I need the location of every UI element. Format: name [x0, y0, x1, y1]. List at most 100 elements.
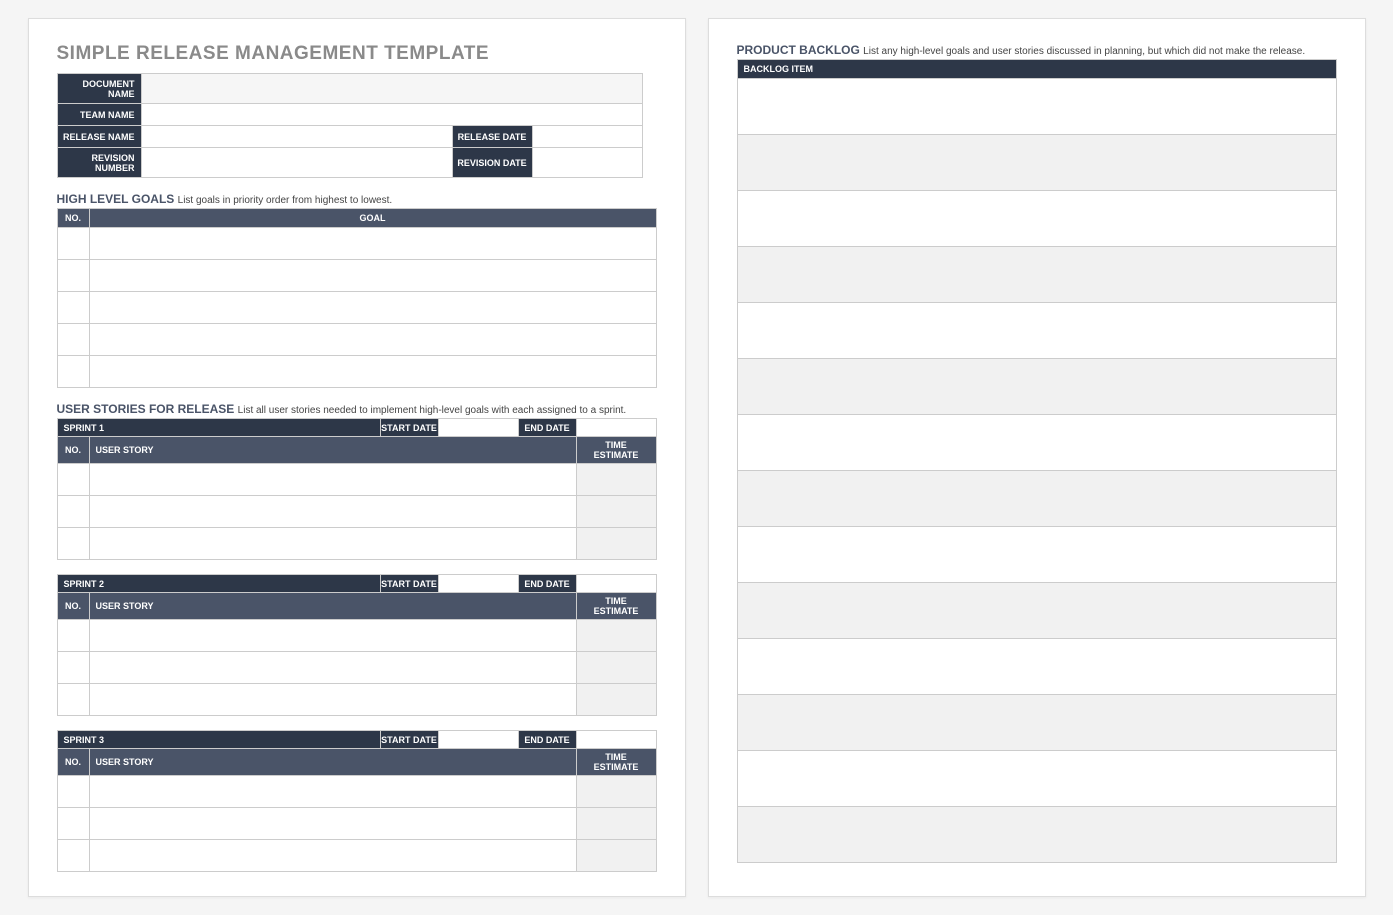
release-name-label: RELEASE NAME	[57, 126, 141, 148]
story-no-cell[interactable]	[57, 464, 89, 496]
sprint-2-start-field[interactable]	[438, 575, 518, 593]
sprint-3-start-field[interactable]	[438, 731, 518, 749]
sprint-1-start-field[interactable]	[438, 419, 518, 437]
goal-cell[interactable]	[89, 356, 656, 388]
sprint-2-end-label: END DATE	[518, 575, 576, 593]
backlog-cell[interactable]	[737, 807, 1336, 863]
story-time-cell[interactable]	[576, 652, 656, 684]
rev-num-field[interactable]	[141, 148, 452, 178]
goals-table: NO. GOAL	[57, 208, 657, 388]
release-date-label: RELEASE DATE	[452, 126, 532, 148]
goals-subtitle: List goals in priority order from highes…	[178, 195, 393, 206]
goal-cell[interactable]	[89, 292, 656, 324]
sprint-1-name: SPRINT 1	[57, 419, 380, 437]
sprint-col-story: USER STORY	[89, 437, 576, 464]
sprint-col-time: TIME ESTIMATE	[576, 593, 656, 620]
stories-subtitle: List all user stories needed to implemen…	[238, 405, 627, 416]
sprint-2-end-field[interactable]	[576, 575, 656, 593]
backlog-cell[interactable]	[737, 695, 1336, 751]
sprint-3-end-label: END DATE	[518, 731, 576, 749]
story-no-cell[interactable]	[57, 840, 89, 872]
sprint-1-end-label: END DATE	[518, 419, 576, 437]
backlog-cell[interactable]	[737, 527, 1336, 583]
doc-name-field[interactable]	[141, 74, 642, 104]
goal-no-cell[interactable]	[57, 260, 89, 292]
story-cell[interactable]	[89, 464, 576, 496]
goal-cell[interactable]	[89, 228, 656, 260]
story-cell[interactable]	[89, 620, 576, 652]
story-time-cell[interactable]	[576, 684, 656, 716]
story-time-cell[interactable]	[576, 528, 656, 560]
page-2: PRODUCT BACKLOG List any high-level goal…	[708, 18, 1366, 897]
goal-no-cell[interactable]	[57, 324, 89, 356]
story-cell[interactable]	[89, 528, 576, 560]
sprint-col-time: TIME ESTIMATE	[576, 437, 656, 464]
rev-date-field[interactable]	[532, 148, 642, 178]
backlog-cell[interactable]	[737, 247, 1336, 303]
story-time-cell[interactable]	[576, 464, 656, 496]
story-cell[interactable]	[89, 840, 576, 872]
story-time-cell[interactable]	[576, 620, 656, 652]
backlog-cell[interactable]	[737, 583, 1336, 639]
sprint-1-table: SPRINT 1 START DATE END DATE NO. USER ST…	[57, 418, 657, 560]
story-no-cell[interactable]	[57, 620, 89, 652]
backlog-cell[interactable]	[737, 751, 1336, 807]
backlog-cell[interactable]	[737, 135, 1336, 191]
backlog-cell[interactable]	[737, 303, 1336, 359]
team-name-label: TEAM NAME	[57, 104, 141, 126]
story-no-cell[interactable]	[57, 528, 89, 560]
story-cell[interactable]	[89, 808, 576, 840]
goal-no-cell[interactable]	[57, 228, 89, 260]
backlog-cell[interactable]	[737, 415, 1336, 471]
sprint-col-no: NO.	[57, 437, 89, 464]
sprint-2-name: SPRINT 2	[57, 575, 380, 593]
backlog-cell[interactable]	[737, 79, 1336, 135]
story-cell[interactable]	[89, 652, 576, 684]
story-no-cell[interactable]	[57, 776, 89, 808]
sprint-3-end-field[interactable]	[576, 731, 656, 749]
sprint-col-time: TIME ESTIMATE	[576, 749, 656, 776]
goals-heading-text: HIGH LEVEL GOALS	[57, 192, 175, 206]
release-date-field[interactable]	[532, 126, 642, 148]
sprint-1-end-field[interactable]	[576, 419, 656, 437]
story-time-cell[interactable]	[576, 496, 656, 528]
sprint-2-start-label: START DATE	[380, 575, 438, 593]
goal-cell[interactable]	[89, 260, 656, 292]
sprint-1-start-label: START DATE	[380, 419, 438, 437]
sprint-3-name: SPRINT 3	[57, 731, 380, 749]
backlog-cell[interactable]	[737, 359, 1336, 415]
story-time-cell[interactable]	[576, 776, 656, 808]
stories-heading: USER STORIES FOR RELEASE List all user s…	[57, 402, 657, 416]
rev-date-label: REVISION DATE	[452, 148, 532, 178]
backlog-table: BACKLOG ITEM	[737, 59, 1337, 863]
backlog-cell[interactable]	[737, 639, 1336, 695]
story-time-cell[interactable]	[576, 808, 656, 840]
story-time-cell[interactable]	[576, 840, 656, 872]
backlog-col-item: BACKLOG ITEM	[737, 60, 1336, 79]
story-no-cell[interactable]	[57, 808, 89, 840]
backlog-cell[interactable]	[737, 471, 1336, 527]
sprint-col-no: NO.	[57, 593, 89, 620]
stories-heading-text: USER STORIES FOR RELEASE	[57, 402, 235, 416]
page-1: SIMPLE RELEASE MANAGEMENT TEMPLATE DOCUM…	[28, 18, 686, 897]
doc-name-label: DOCUMENT NAME	[57, 74, 141, 104]
story-no-cell[interactable]	[57, 684, 89, 716]
backlog-heading-text: PRODUCT BACKLOG	[737, 43, 860, 57]
team-name-field[interactable]	[141, 104, 642, 126]
story-cell[interactable]	[89, 776, 576, 808]
story-cell[interactable]	[89, 684, 576, 716]
sprint-3-table: SPRINT 3 START DATE END DATE NO. USER ST…	[57, 730, 657, 872]
goal-no-cell[interactable]	[57, 292, 89, 324]
goals-heading: HIGH LEVEL GOALS List goals in priority …	[57, 192, 657, 206]
template-title: SIMPLE RELEASE MANAGEMENT TEMPLATE	[57, 43, 657, 65]
release-name-field[interactable]	[141, 126, 452, 148]
sprint-col-no: NO.	[57, 749, 89, 776]
story-cell[interactable]	[89, 496, 576, 528]
backlog-cell[interactable]	[737, 191, 1336, 247]
sprint-col-story: USER STORY	[89, 749, 576, 776]
goal-no-cell[interactable]	[57, 356, 89, 388]
goal-cell[interactable]	[89, 324, 656, 356]
sprint-2-table: SPRINT 2 START DATE END DATE NO. USER ST…	[57, 574, 657, 716]
story-no-cell[interactable]	[57, 496, 89, 528]
story-no-cell[interactable]	[57, 652, 89, 684]
